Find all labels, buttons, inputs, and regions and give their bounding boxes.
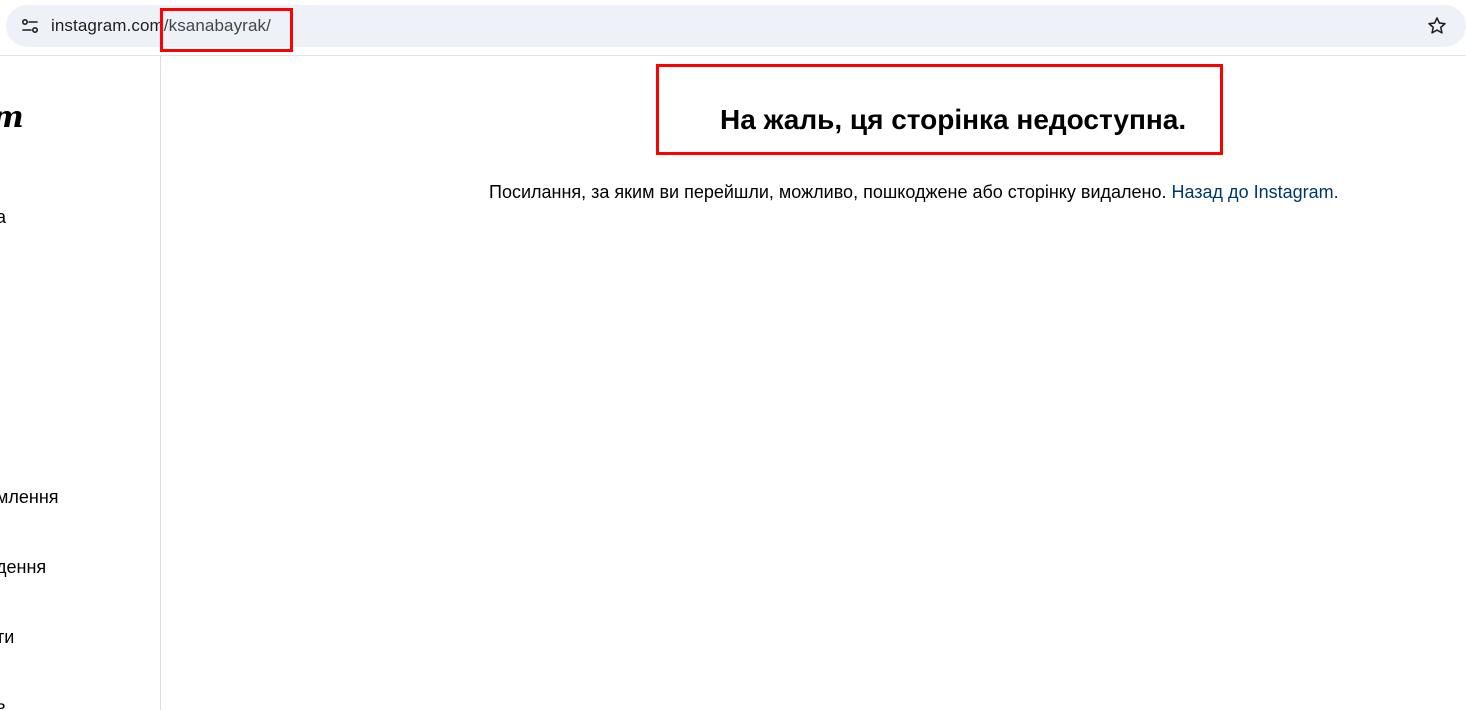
error-message: Посилання, за яким ви перейшли, можливо,…	[489, 182, 1339, 203]
error-message-text: Посилання, за яким ви перейшли, можливо,…	[489, 182, 1172, 202]
sidebar-item-notifications[interactable]: млення	[0, 487, 59, 508]
sidebar-item-create[interactable]: дення	[0, 557, 46, 578]
url-path: /ksanabayrak/	[163, 16, 271, 35]
sidebar-item-more[interactable]: ь	[0, 693, 5, 710]
site-info-icon[interactable]	[20, 16, 40, 36]
instagram-logo[interactable]: m	[0, 100, 24, 135]
back-to-instagram-link[interactable]: Назад до Instagram.	[1171, 182, 1338, 202]
url-text[interactable]: instagram.com/ksanabayrak/	[51, 16, 271, 36]
sidebar: m а млення дення ти ь	[0, 56, 161, 710]
address-bar[interactable]: instagram.com/ksanabayrak/	[6, 5, 1466, 47]
bookmark-star-icon[interactable]	[1426, 15, 1448, 37]
error-title: На жаль, ця сторінка недоступна.	[720, 104, 1187, 135]
url-host: instagram.com	[51, 16, 164, 35]
browser-toolbar: instagram.com/ksanabayrak/	[0, 0, 1466, 56]
sidebar-item-search[interactable]: а	[0, 207, 6, 228]
sidebar-item-profile[interactable]: ти	[0, 627, 14, 648]
